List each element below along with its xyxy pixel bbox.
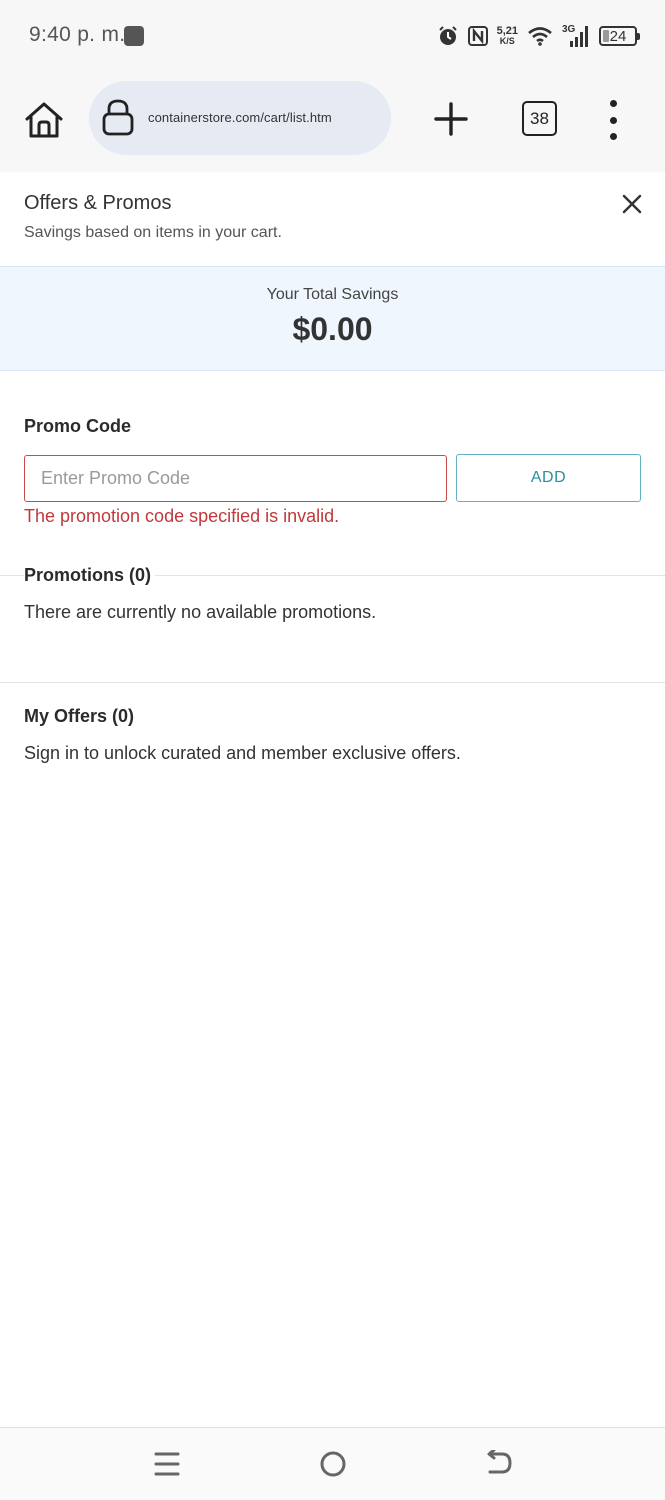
panel-title: Offers & Promos: [24, 192, 172, 214]
promo-code-heading: Promo Code: [24, 416, 132, 436]
battery-level: 24: [609, 27, 627, 45]
alarm-icon: [438, 26, 457, 45]
home-button[interactable]: [22, 98, 66, 142]
promo-error-message: The promotion code specified is invalid.: [24, 506, 340, 526]
menu-dot-icon: [609, 116, 617, 124]
new-tab-button[interactable]: [432, 100, 470, 138]
system-home-button[interactable]: [319, 1450, 347, 1478]
status-icons: 5,21 K/S 3G 24: [437, 20, 640, 52]
status-bar: 9:40 p. m. 5,21 K/S 3G 24: [0, 0, 665, 72]
browser-toolbar: containerstore.com/cart/list.htm 38: [0, 72, 665, 172]
address-bar[interactable]: containerstore.com/cart/list.htm: [89, 81, 391, 155]
browser-menu-button[interactable]: [603, 100, 623, 140]
promo-code-input[interactable]: [24, 455, 447, 502]
signal-icon: 3G: [562, 24, 590, 48]
battery-icon: 24: [599, 26, 640, 46]
wifi-icon: [528, 27, 552, 46]
network-speed: 5,21 K/S: [496, 25, 518, 47]
lock-icon[interactable]: [101, 98, 135, 136]
savings-label: Your Total Savings: [266, 286, 399, 303]
promotions-empty-text: There are currently no available promoti…: [24, 602, 377, 622]
nfc-icon: [467, 26, 488, 46]
url-text[interactable]: containerstore.com/cart/list.htm: [148, 110, 332, 125]
menu-dot-icon: [609, 100, 617, 107]
speed-unit: K/S: [499, 36, 515, 46]
notification-icon: [124, 26, 144, 46]
speed-value: 5,21: [496, 25, 518, 37]
recent-apps-button[interactable]: [154, 1451, 180, 1477]
close-button[interactable]: [618, 190, 646, 218]
promotions-heading: Promotions (0): [24, 565, 156, 586]
panel-subtitle: Savings based on items in your cart.: [24, 224, 282, 241]
my-offers-heading: My Offers (0): [24, 706, 135, 726]
system-nav-bar: [0, 1427, 665, 1500]
tab-switcher-button[interactable]: 38: [522, 101, 557, 136]
my-offers-text: Sign in to unlock curated and member exc…: [24, 743, 461, 763]
divider: [0, 682, 665, 683]
total-savings-box: Your Total Savings $0.00: [0, 266, 665, 371]
menu-dot-icon: [609, 133, 617, 140]
add-promo-button[interactable]: ADD: [456, 454, 641, 502]
savings-amount: $0.00: [292, 311, 373, 347]
system-back-button[interactable]: [484, 1450, 514, 1478]
status-time: 9:40 p. m.: [29, 23, 126, 46]
tab-count: 38: [530, 108, 549, 128]
home-icon: [25, 102, 63, 138]
